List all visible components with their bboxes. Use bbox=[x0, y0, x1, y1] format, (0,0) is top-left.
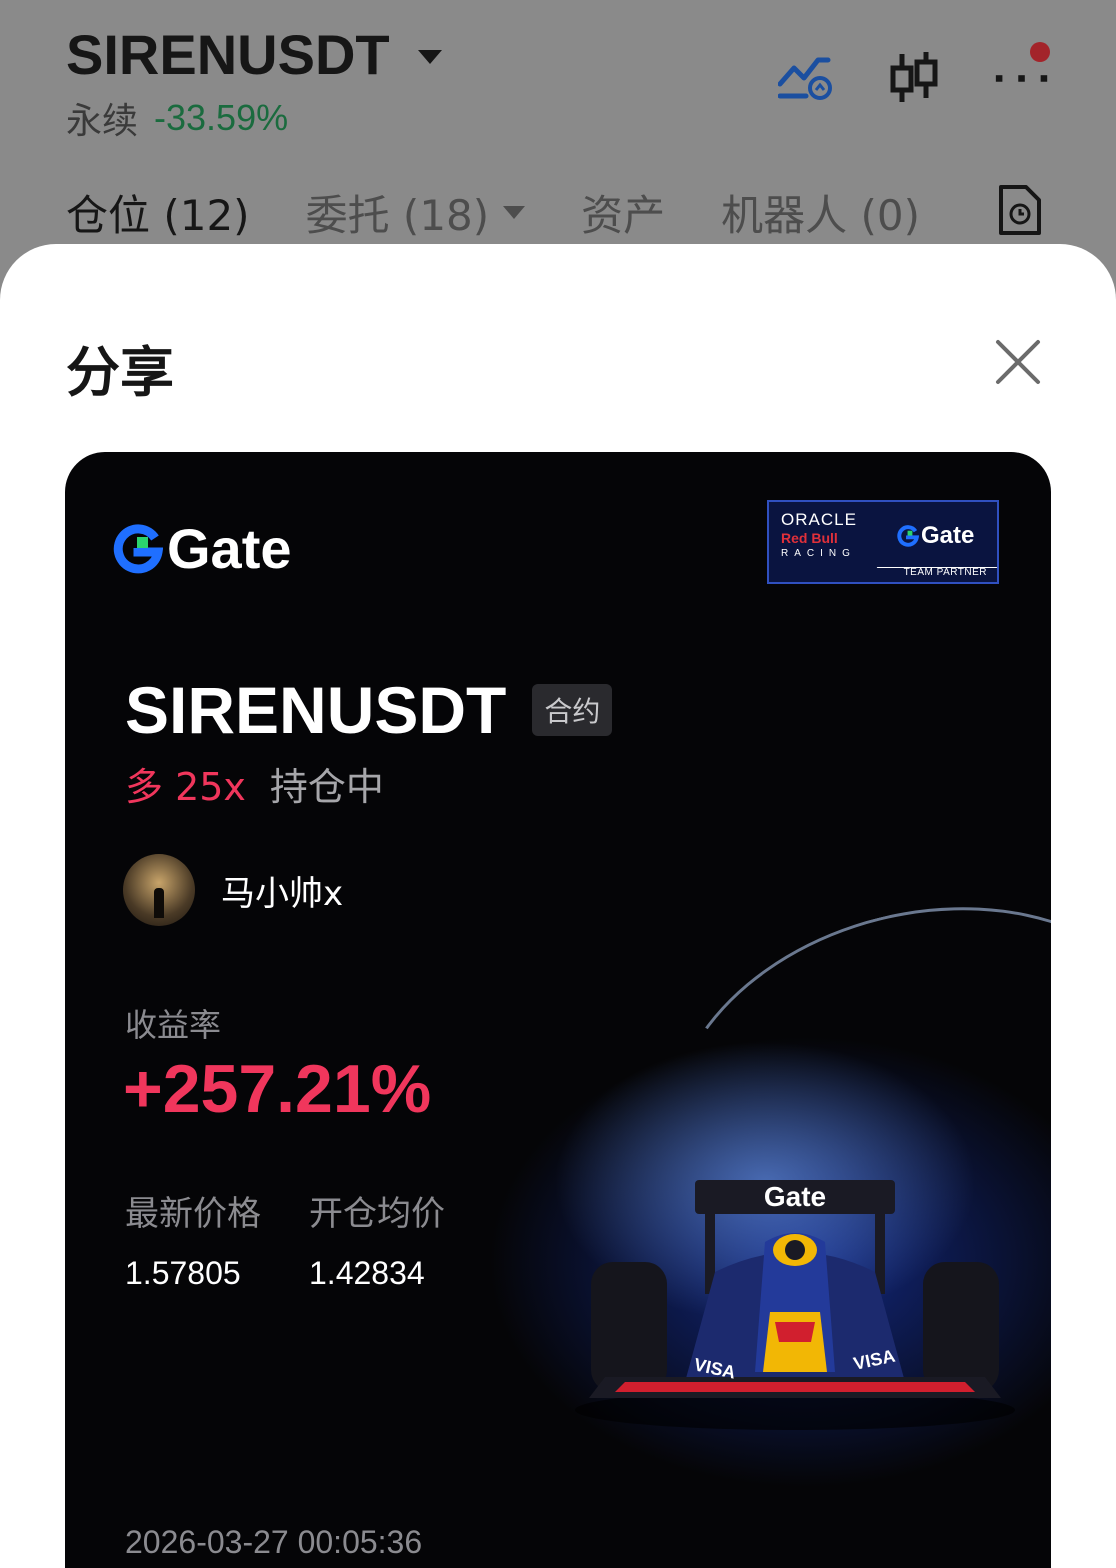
contract-badge: 合约 bbox=[532, 684, 613, 736]
user-row: 马小帅x bbox=[123, 854, 343, 926]
position-direction: 多 25x bbox=[125, 765, 246, 809]
latest-price-col: 最新价格 1.57805 bbox=[125, 1186, 261, 1292]
chart-analysis-icon[interactable] bbox=[778, 50, 834, 106]
latest-price-value: 1.57805 bbox=[125, 1255, 241, 1291]
sheet-title: 分享 bbox=[66, 341, 174, 404]
entry-price-value: 1.42834 bbox=[309, 1255, 425, 1291]
tab-label: 委托 (18) bbox=[305, 191, 490, 240]
position-tabs: 仓位 (12) 委托 (18) 资产 机器人 (0) bbox=[66, 182, 976, 243]
entry-price-label: 开仓均价 bbox=[309, 1194, 445, 1234]
position-status: 持仓中 bbox=[269, 765, 384, 809]
car-wing-text: Gate bbox=[764, 1181, 826, 1212]
candlestick-icon[interactable] bbox=[886, 50, 942, 106]
partner-badge: ORACLE Red Bull RACING Gate TEAM PARTNER bbox=[767, 500, 999, 584]
brand-name: Gate bbox=[167, 517, 292, 580]
partner-line-2: Red Bull bbox=[781, 530, 838, 546]
tab-label: 机器人 (0) bbox=[721, 191, 921, 240]
partner-tag: TEAM PARTNER bbox=[903, 567, 987, 578]
latest-price-label: 最新价格 bbox=[125, 1194, 261, 1234]
entry-price-col: 开仓均价 1.42834 bbox=[309, 1186, 445, 1292]
partner-line-3: RACING bbox=[781, 548, 856, 559]
avatar bbox=[123, 854, 195, 926]
partner-line-1: ORACLE bbox=[781, 510, 857, 529]
top-toolbar bbox=[778, 42, 1050, 106]
symbol-selector[interactable]: SIRENUSDT bbox=[66, 22, 442, 87]
gate-logo: Gate bbox=[113, 516, 292, 581]
tab-assets[interactable]: 资产 bbox=[581, 182, 665, 243]
pair-name: SIRENUSDT bbox=[125, 673, 507, 747]
caret-down-icon bbox=[503, 206, 526, 219]
close-icon[interactable] bbox=[994, 338, 1042, 386]
notification-dot bbox=[1030, 42, 1050, 62]
tab-bots[interactable]: 机器人 (0) bbox=[721, 182, 920, 243]
symbol-title: SIRENUSDT bbox=[66, 23, 390, 86]
partner-brand: Gate bbox=[921, 522, 975, 549]
tab-label: 仓位 (12) bbox=[66, 191, 250, 240]
caret-down-icon bbox=[417, 49, 442, 64]
username: 马小帅x bbox=[221, 873, 344, 914]
contract-type: 永续 bbox=[66, 101, 139, 142]
share-card: Gate ORACLE Red Bull RACING Gate TEAM PA… bbox=[65, 452, 1051, 1568]
roi-value: +257.21% bbox=[123, 1051, 432, 1127]
price-stats: 最新价格 1.57805 开仓均价 1.42834 bbox=[125, 1186, 445, 1292]
roi-label: 收益率 bbox=[125, 1006, 222, 1044]
more-icon[interactable] bbox=[994, 42, 1050, 106]
gate-logo-icon bbox=[897, 525, 919, 547]
history-document-icon[interactable] bbox=[998, 184, 1042, 240]
gate-logo-icon bbox=[113, 523, 163, 573]
share-timestamp: 2026-03-27 00:05:36 bbox=[125, 1524, 423, 1560]
position-row: 多 25x 持仓中 bbox=[125, 756, 384, 811]
tab-positions[interactable]: 仓位 (12) bbox=[66, 182, 250, 243]
partner-gate-logo: Gate bbox=[897, 522, 974, 550]
symbol-subtitle: 永续 -33.59% bbox=[66, 92, 288, 144]
price-change: -33.59% bbox=[154, 97, 289, 138]
share-sheet: 分享 Gate ORACLE Red Bull RACING Gate TEAM… bbox=[0, 244, 1116, 1568]
tab-label: 资产 bbox=[581, 191, 666, 240]
race-car-image: Gate VISA VISA bbox=[575, 1180, 1015, 1430]
tab-orders[interactable]: 委托 (18) bbox=[306, 182, 526, 243]
pair-row: SIRENUSDT 合约 bbox=[125, 672, 613, 748]
